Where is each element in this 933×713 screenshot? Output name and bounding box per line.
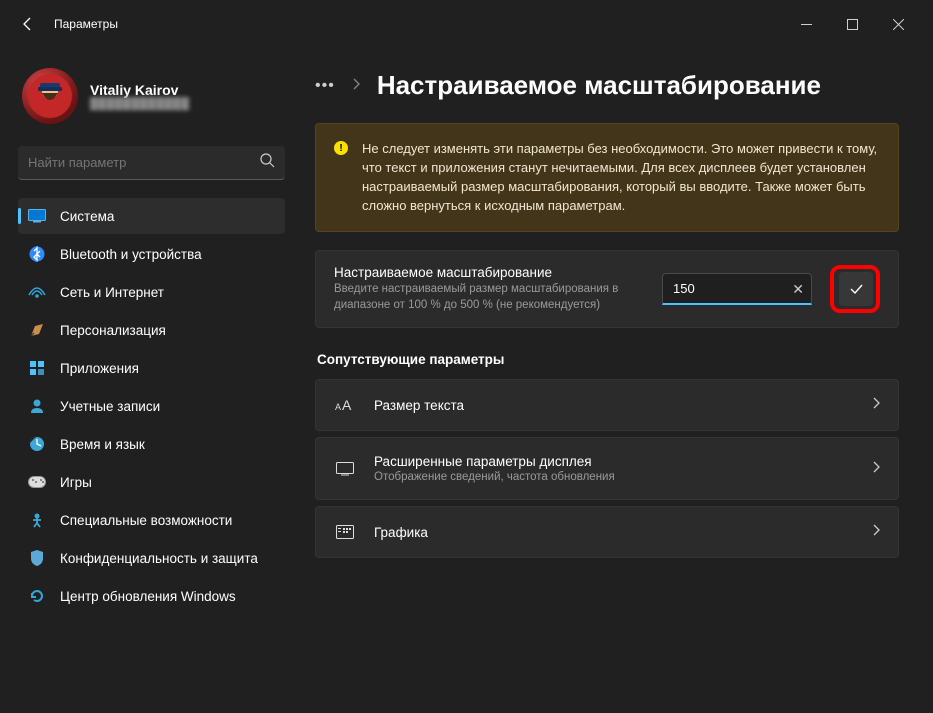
chevron-right-icon	[351, 77, 361, 95]
sidebar-item-8[interactable]: Специальные возможности	[18, 502, 285, 538]
warning-banner: ! Не следует изменять эти параметры без …	[315, 123, 899, 232]
nav-label: Игры	[60, 475, 92, 490]
profile-name: Vitaliy Kairov	[90, 82, 190, 98]
profile-email: ████████████	[90, 98, 190, 110]
nav-icon	[28, 359, 46, 377]
sidebar-item-7[interactable]: Игры	[18, 464, 285, 500]
sidebar-item-5[interactable]: Учетные записи	[18, 388, 285, 424]
sidebar: Vitaliy Kairov ████████████ Система Bluet…	[0, 48, 295, 713]
link-title: Размер текста	[374, 398, 854, 413]
nav-icon	[28, 587, 46, 605]
link-title: Графика	[374, 525, 854, 540]
link-icon	[334, 525, 356, 539]
clear-input-button[interactable]: ✕	[792, 281, 804, 298]
page-title: Настраиваемое масштабирование	[377, 70, 821, 101]
chevron-right-icon	[872, 460, 880, 478]
minimize-button[interactable]	[783, 8, 829, 40]
nav-list: Система Bluetooth и устройства Сеть и Инте…	[18, 198, 285, 614]
nav-label: Время и язык	[60, 437, 145, 452]
sidebar-item-2[interactable]: Сеть и Интернет	[18, 274, 285, 310]
sidebar-item-0[interactable]: Система	[18, 198, 285, 234]
back-button[interactable]	[12, 8, 44, 40]
main-content: ••• Настраиваемое масштабирование ! Не с…	[295, 48, 933, 713]
nav-label: Система	[60, 209, 114, 224]
search-icon	[260, 153, 275, 173]
svg-text:A: A	[342, 397, 352, 413]
related-heading: Сопутствующие параметры	[317, 352, 899, 367]
nav-icon	[28, 207, 46, 225]
svg-text:A: A	[335, 402, 341, 412]
sidebar-item-4[interactable]: Приложения	[18, 350, 285, 386]
related-item-2[interactable]: Графика	[315, 506, 899, 558]
nav-label: Персонализация	[60, 323, 166, 338]
link-desc: Отображение сведений, частота обновления	[374, 471, 854, 483]
link-title: Расширенные параметры дисплея	[374, 454, 854, 469]
nav-label: Bluetooth и устройства	[60, 247, 202, 262]
breadcrumb: ••• Настраиваемое масштабирование	[315, 70, 899, 101]
warning-icon: !	[334, 141, 348, 155]
apply-button[interactable]	[839, 272, 873, 306]
nav-icon	[28, 283, 46, 301]
nav-icon	[28, 321, 46, 339]
nav-label: Конфиденциальность и защита	[60, 551, 258, 566]
sidebar-item-10[interactable]: Центр обновления Windows	[18, 578, 285, 614]
nav-label: Приложения	[60, 361, 139, 376]
related-item-1[interactable]: Расширенные параметры дисплея Отображение…	[315, 437, 899, 500]
scale-title: Настраиваемое масштабирование	[334, 265, 646, 280]
breadcrumb-more[interactable]: •••	[315, 77, 335, 95]
chevron-right-icon	[872, 396, 880, 414]
scale-input[interactable]	[662, 273, 812, 305]
sidebar-item-3[interactable]: Персонализация	[18, 312, 285, 348]
related-item-0[interactable]: AA Размер текста	[315, 379, 899, 431]
nav-label: Учетные записи	[60, 399, 160, 414]
sidebar-item-6[interactable]: Время и язык	[18, 426, 285, 462]
profile[interactable]: Vitaliy Kairov ████████████	[18, 60, 285, 142]
sidebar-item-9[interactable]: Конфиденциальность и защита	[18, 540, 285, 576]
nav-icon	[28, 511, 46, 529]
close-button[interactable]	[875, 8, 921, 40]
nav-label: Специальные возможности	[60, 513, 232, 528]
nav-label: Сеть и Интернет	[60, 285, 164, 300]
chevron-right-icon	[872, 523, 880, 541]
nav-icon	[28, 397, 46, 415]
nav-icon	[28, 473, 46, 491]
maximize-button[interactable]	[829, 8, 875, 40]
custom-scale-card: Настраиваемое масштабирование Введите на…	[315, 250, 899, 328]
nav-icon	[28, 549, 46, 567]
nav-icon	[28, 435, 46, 453]
sidebar-item-1[interactable]: Bluetooth и устройства	[18, 236, 285, 272]
search-box[interactable]	[18, 146, 285, 180]
warning-text: Не следует изменять эти параметры без не…	[362, 140, 880, 215]
nav-icon	[28, 245, 46, 263]
link-icon: AA	[334, 397, 356, 413]
titlebar: Параметры	[0, 0, 933, 48]
checkmark-icon	[848, 281, 864, 297]
scale-desc: Введите настраиваемый размер масштабиров…	[334, 282, 646, 313]
nav-label: Центр обновления Windows	[60, 589, 236, 604]
avatar	[22, 68, 78, 124]
link-icon	[334, 462, 356, 476]
window-title: Параметры	[54, 17, 118, 31]
search-input[interactable]	[28, 155, 260, 170]
